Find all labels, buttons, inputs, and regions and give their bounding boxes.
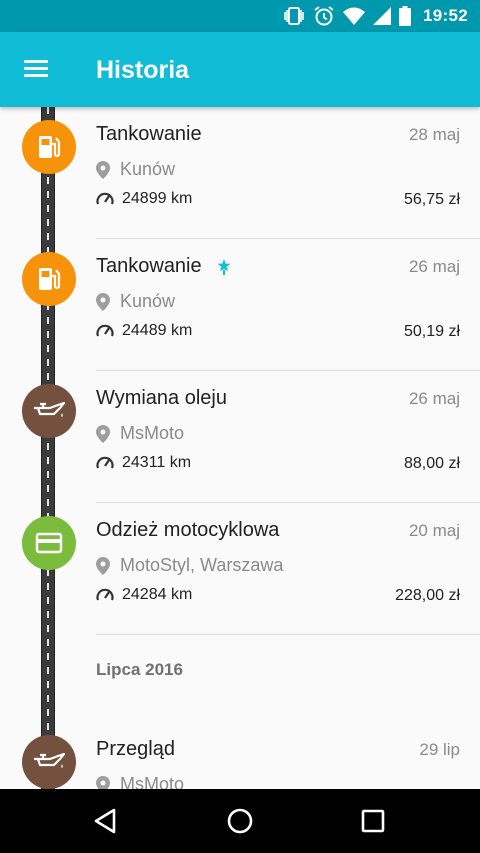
card-icon [22, 516, 76, 570]
entry-title: Tankowanie [96, 255, 202, 277]
menu-icon[interactable] [18, 54, 54, 86]
entry-location: Kunów [120, 291, 176, 311]
entry-date: 29 lip [419, 740, 460, 759]
back-icon[interactable] [88, 803, 124, 839]
location-pin-icon [96, 292, 110, 311]
page-title: Historia [96, 56, 190, 84]
entry-price: 228,00 zł [395, 587, 460, 604]
speedometer-icon [96, 192, 114, 205]
location-pin-icon [96, 775, 110, 789]
fuel-pump-icon [22, 120, 76, 174]
entry-location: Kunów [120, 159, 176, 179]
entry-price: 88,00 zł [403, 455, 460, 472]
entry-odometer: 24311 km [122, 454, 192, 471]
entry-location: MsMoto [120, 423, 185, 443]
entry-odometer: 24284 km [122, 586, 193, 603]
fuel-pump-icon [22, 252, 76, 306]
entry-date: 28 maj [408, 125, 460, 144]
wifi-icon [343, 7, 366, 25]
entry-title: Przegląd [96, 738, 175, 760]
speedometer-icon [96, 324, 114, 337]
alarm-icon [314, 6, 334, 26]
entry-location: MotoStyl, Warszawa [120, 555, 284, 575]
entry-odometer: 24489 km [122, 322, 193, 339]
entry-title: Odzież motocyklowa [96, 519, 280, 541]
oil-can-icon [22, 384, 76, 438]
history-list[interactable]: Tankowanie 28 maj Kunów 24899 km 56,75 z… [0, 107, 480, 789]
recents-icon[interactable] [355, 803, 391, 839]
navigation-bar [0, 789, 480, 853]
list-item[interactable]: Odzież motocyklowa 20 maj MotoStyl, Wars… [0, 503, 480, 635]
status-clock: 19:52 [423, 6, 468, 25]
list-item[interactable]: Tankowanie 26 maj Kunów 24489 km 50,19 z… [0, 239, 480, 371]
speedometer-icon [96, 588, 114, 601]
oil-can-icon [22, 735, 76, 789]
location-pin-icon [96, 160, 110, 179]
list-item[interactable]: Tankowanie 28 maj Kunów 24899 km 56,75 z… [0, 107, 480, 239]
entry-date: 26 maj [408, 257, 460, 276]
entry-title: Tankowanie [96, 123, 202, 145]
section-header: Lipca 2016 [96, 660, 183, 679]
entry-date: 20 maj [408, 521, 460, 540]
entry-title: Wymiana oleju [96, 387, 227, 409]
divider [96, 634, 480, 635]
battery-icon [399, 6, 412, 26]
entry-price: 56,75 zł [403, 191, 460, 208]
location-pin-icon [96, 556, 110, 575]
speedometer-icon [96, 456, 114, 469]
list-item[interactable]: Wymiana oleju 26 maj MsMoto 24311 km 88,… [0, 371, 480, 503]
app-bar: Historia [0, 32, 480, 107]
vibrate-icon [284, 7, 304, 25]
entry-odometer: 24899 km [122, 190, 193, 207]
signal-icon [373, 7, 392, 25]
list-item[interactable]: Przegląd 29 lip MsMoto [0, 722, 480, 789]
entry-date: 26 maj [408, 389, 460, 408]
location-pin-icon [96, 424, 110, 443]
entry-price: 50,19 zł [403, 323, 460, 340]
entry-location: MsMoto [120, 774, 185, 789]
status-bar: 19:52 [0, 0, 480, 32]
full-tank-icon [217, 258, 231, 275]
home-icon[interactable] [222, 803, 258, 839]
